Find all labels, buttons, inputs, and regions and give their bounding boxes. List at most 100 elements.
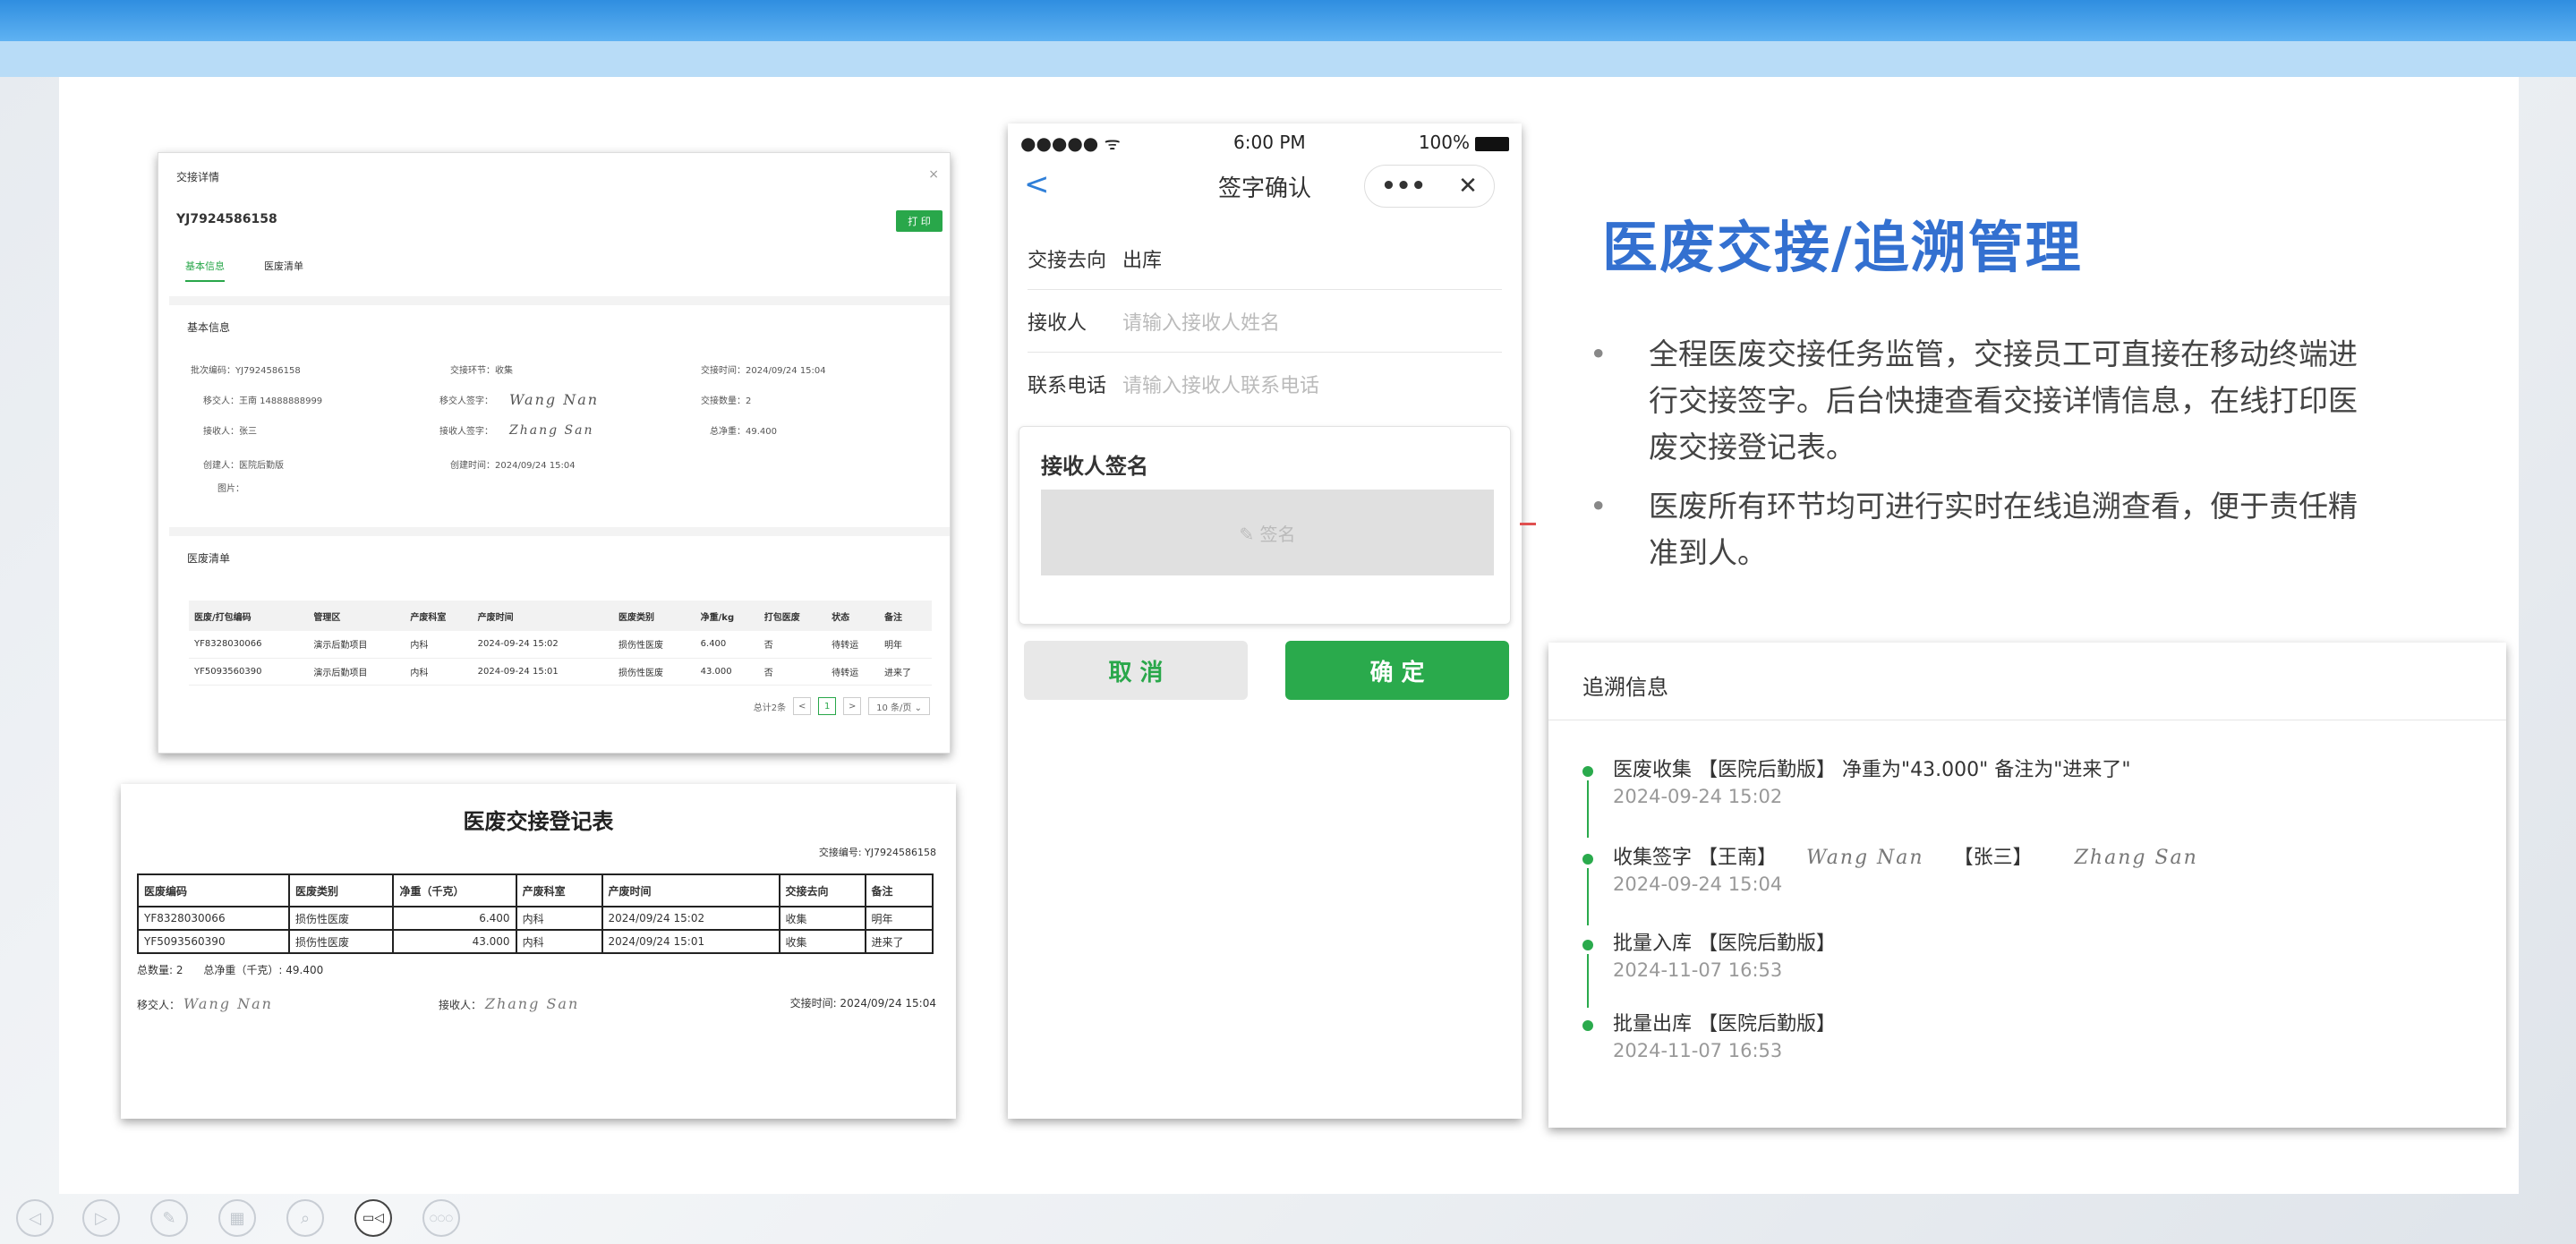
- signature-pad[interactable]: ✎ 签名: [1041, 490, 1494, 575]
- battery-indicator: 100%: [1419, 132, 1509, 153]
- status-bar: ●●●●● ᯤ 6:00 PM 100%: [1020, 129, 1509, 156]
- timeline-line: [1587, 780, 1589, 838]
- timeline-dot: [1582, 854, 1593, 865]
- sender-signature: Wang Nan: [183, 995, 273, 1012]
- cell: 损伤性医废: [287, 906, 395, 931]
- cell: 损伤性医废: [287, 929, 395, 954]
- col-header: 产废科室: [405, 601, 473, 631]
- receiver-input[interactable]: 请输入接收人姓名: [1122, 307, 1280, 336]
- cell: 6.400: [392, 906, 517, 931]
- close-icon[interactable]: ×: [928, 167, 939, 182]
- phone-sign-confirm: ●●●●● ᯤ 6:00 PM 100% < 签字确认 ••• ✕ 交接去向 出…: [1008, 124, 1536, 1119]
- timeline-dot: [1582, 766, 1593, 777]
- col-header: 医废编码: [137, 873, 290, 907]
- bullet-dot: •: [1590, 489, 1608, 524]
- col-header: 医废类别: [287, 873, 395, 907]
- creator: 创建人：医院后勤版: [203, 461, 284, 471]
- col-header: 净重（千克）: [392, 873, 517, 907]
- phone-label: 联系电话: [1028, 375, 1107, 397]
- direction-value[interactable]: 出库: [1122, 244, 1162, 273]
- col-header: 备注: [864, 873, 934, 907]
- col-header: 备注: [879, 601, 932, 631]
- photo-label: 图片：: [218, 484, 244, 494]
- cell: 内科: [405, 631, 473, 659]
- register-title: 医废交接登记表: [463, 809, 614, 834]
- tab-basic-info[interactable]: 基本信息: [185, 259, 225, 282]
- connector-mark: [1520, 523, 1536, 525]
- phone-input[interactable]: 请输入接收人联系电话: [1122, 370, 1319, 398]
- battery-text: 100%: [1418, 132, 1470, 153]
- receiver-sign-label: 接收人签字：: [439, 427, 493, 437]
- cancel-button[interactable]: 取 消: [1024, 641, 1248, 700]
- cell: 2024/09/24 15:02: [601, 906, 780, 931]
- cell: 内科: [515, 906, 603, 931]
- event-time: 2024-09-24 15:02: [1613, 786, 1783, 807]
- tab-waste-list[interactable]: 医废清单: [264, 259, 303, 282]
- bullet-item: • 全程医废交接任务监管，交接员工可直接在移动终端进行交接签字。后台快捷查看交接…: [1584, 331, 2363, 471]
- signature-title: 接收人签名: [1041, 454, 1148, 479]
- pagination: 总计2条 < 1 > 10 条/页 ⌄: [754, 697, 930, 715]
- waste-table: 医废/打包编码 管理区 产废科室 产废时间 医废类别 净重/kg 打包医废 状态…: [189, 601, 932, 686]
- cell: 2024-09-24 15:02: [472, 631, 613, 659]
- receiver-row: 接收人 请输入接收人姓名: [1028, 290, 1502, 353]
- cell: YF8328030066: [137, 906, 290, 931]
- receiver-label: 接收人: [1028, 311, 1088, 335]
- direction-row: 交接去向 出库: [1028, 227, 1502, 290]
- table-row[interactable]: YF8328030066 演示后勤项目 内科 2024-09-24 15:02 …: [189, 631, 932, 659]
- handover-code: YJ7924586158: [176, 212, 277, 226]
- page-number[interactable]: 1: [818, 697, 837, 715]
- nav-bar: < 签字确认 ••• ✕: [1008, 161, 1522, 211]
- batch-code: 批次编码：YJ7924586158: [191, 366, 301, 376]
- receiver-line: 接收人： Zhang San: [439, 995, 579, 1012]
- table-header-row: 医废编码 医废类别 净重（千克） 产废科室 产废时间 交接去向 备注: [137, 873, 934, 907]
- handover-register-sheet: 医废交接登记表 交接编号: YJ7924586158 医废编码 医废类别 净重（…: [121, 784, 956, 1119]
- zoom-icon[interactable]: ⌕: [286, 1199, 324, 1237]
- waste-list-section: 医废清单 医废/打包编码 管理区 产废科室 产废时间 医废类别 净重/kg 打包…: [169, 527, 950, 754]
- timeline-line: [1587, 954, 1589, 1008]
- event-text: 收集签字 【王南】 Wang Nan 【张三】 Zhang San: [1613, 841, 2198, 870]
- total-count: 总数量: 2: [137, 964, 183, 976]
- top-banner-band: [0, 41, 2576, 77]
- bullet-item: • 医废所有环节均可进行实时在线追溯查看，便于责任精准到人。: [1584, 483, 2363, 576]
- prev-page-button[interactable]: <: [793, 697, 812, 715]
- direction-label: 交接去向: [1028, 249, 1107, 272]
- detail-tabs: 基本信息 医废清单: [185, 259, 303, 282]
- grid-icon[interactable]: ▦: [218, 1199, 256, 1237]
- event-time: 2024-11-07 16:53: [1613, 959, 1783, 981]
- cell: 收集: [778, 906, 866, 931]
- cell: 否: [758, 631, 827, 659]
- bullet-text: 全程医废交接任务监管，交接员工可直接在移动终端进行交接签字。后台快捷查看交接详情…: [1649, 337, 2358, 464]
- prev-icon[interactable]: ◁: [16, 1199, 54, 1237]
- cell: YF5093560390: [137, 929, 290, 954]
- handover-time: 交接时间：2024/09/24 15:04: [701, 366, 826, 376]
- print-button[interactable]: 打 印: [896, 210, 943, 232]
- total-count: 总计2条: [753, 703, 787, 713]
- next-page-button[interactable]: >: [843, 697, 862, 715]
- basic-info-section: 基本信息 批次编码：YJ7924586158 交接环节：收集 交接时间：2024…: [169, 296, 950, 534]
- clock: 6:00 PM: [1233, 132, 1306, 153]
- cell: 43.000: [392, 929, 517, 954]
- pen-icon[interactable]: ✎: [150, 1199, 188, 1237]
- table-row[interactable]: YF5093560390 演示后勤项目 内科 2024-09-24 15:01 …: [189, 658, 932, 686]
- timeline-dot: [1582, 940, 1593, 950]
- trace-info-panel: 追溯信息 医废收集 【医院后勤版】 净重为"43.000" 备注为"进来了" 2…: [1548, 643, 2506, 1128]
- event-text: 批量入库 【医院后勤版】: [1613, 933, 1836, 955]
- confirm-button[interactable]: 确 定: [1285, 641, 1509, 700]
- close-icon[interactable]: ✕: [1458, 173, 1478, 200]
- cell: 收集: [778, 929, 866, 954]
- handover-detail-window: 交接详情 × YJ7924586158 打 印 基本信息 医废清单 基本信息 批…: [158, 152, 951, 754]
- cell: 损伤性医废: [613, 631, 695, 659]
- page-size-select[interactable]: 10 条/页 ⌄: [868, 697, 930, 715]
- sender-line: 移交人： Wang Nan: [137, 995, 273, 1012]
- cell: YF8328030066: [189, 631, 309, 659]
- next-icon[interactable]: ▷: [82, 1199, 120, 1237]
- sender-signature: Wang Nan: [509, 391, 600, 408]
- more-icon[interactable]: •••: [1381, 173, 1426, 200]
- receiver-signature: Zhang San: [484, 995, 580, 1012]
- total-weight: 总净重（千克）: 49.400: [203, 964, 324, 976]
- camera-icon[interactable]: ▭◁: [354, 1199, 392, 1237]
- col-header: 打包医废: [758, 601, 827, 631]
- more-icon[interactable]: ○○○: [422, 1199, 460, 1237]
- table-row: YF8328030066 损伤性医废 6.400 内科 2024/09/24 1…: [137, 906, 934, 931]
- cell: 2024-09-24 15:01: [472, 658, 613, 686]
